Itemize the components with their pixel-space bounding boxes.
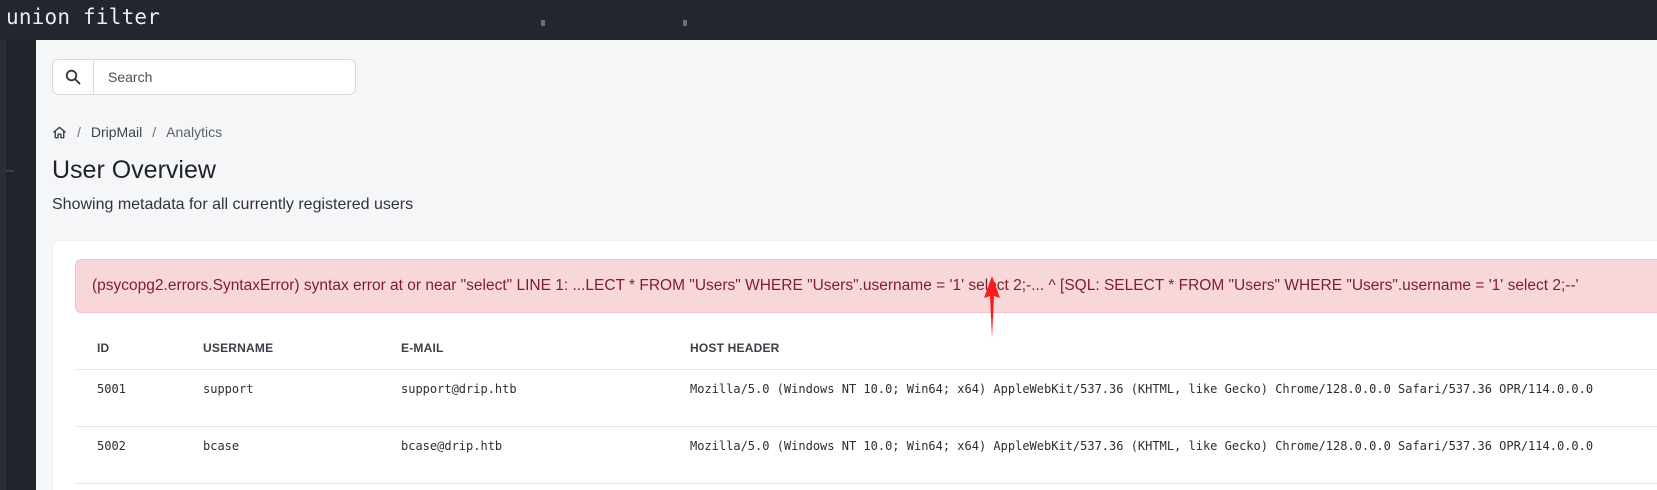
terminal-title-bar: union filter bbox=[0, 0, 1657, 40]
sidebar-marker bbox=[6, 170, 14, 172]
error-alert: (psycopg2.errors.SyntaxError) syntax err… bbox=[75, 259, 1657, 313]
cell-username: support bbox=[203, 382, 254, 396]
window-title: union filter bbox=[6, 5, 161, 29]
breadcrumb-separator: / bbox=[77, 124, 81, 140]
breadcrumb: / DripMail / Analytics bbox=[52, 122, 222, 142]
column-header-email[interactable]: E-MAIL bbox=[401, 341, 444, 355]
title-bar-artifact bbox=[683, 20, 687, 26]
users-card: (psycopg2.errors.SyntaxError) syntax err… bbox=[52, 240, 1657, 490]
search-input[interactable] bbox=[94, 60, 363, 94]
cell-email: support@drip.htb bbox=[401, 382, 517, 396]
home-icon[interactable] bbox=[52, 125, 67, 140]
search-icon[interactable] bbox=[53, 60, 94, 94]
left-sidebar-strip bbox=[0, 40, 36, 490]
main-content: / DripMail / Analytics User Overview Sho… bbox=[36, 40, 1657, 490]
users-table: ID USERNAME E-MAIL HOST HEADER 5001 supp… bbox=[75, 321, 1657, 484]
cell-id: 5002 bbox=[97, 439, 126, 453]
cell-username: bcase bbox=[203, 439, 240, 453]
cell-email: bcase@drip.htb bbox=[401, 439, 503, 453]
page-subtitle: Showing metadata for all currently regis… bbox=[52, 196, 414, 213]
breadcrumb-item-analytics: Analytics bbox=[166, 124, 223, 140]
cell-id: 5001 bbox=[97, 382, 126, 396]
table-row: 5002 bcase bcase@drip.htb Mozilla/5.0 (W… bbox=[75, 427, 1657, 484]
title-bar-artifact bbox=[541, 20, 545, 26]
page-title: User Overview bbox=[52, 156, 216, 184]
annotation-arrow-icon bbox=[984, 276, 1000, 338]
column-header-host-header[interactable]: HOST HEADER bbox=[690, 341, 780, 355]
cell-host-header: Mozilla/5.0 (Windows NT 10.0; Win64; x64… bbox=[690, 382, 1594, 396]
table-header: ID USERNAME E-MAIL HOST HEADER bbox=[75, 321, 1657, 370]
table-row: 5001 support support@drip.htb Mozilla/5.… bbox=[75, 370, 1657, 427]
breadcrumb-item-dripmail[interactable]: DripMail bbox=[91, 124, 142, 140]
column-header-id[interactable]: ID bbox=[97, 341, 109, 355]
column-header-username[interactable]: USERNAME bbox=[203, 341, 273, 355]
sidebar-edge bbox=[0, 40, 6, 490]
search-box[interactable] bbox=[52, 59, 363, 95]
cell-host-header: Mozilla/5.0 (Windows NT 10.0; Win64; x64… bbox=[690, 439, 1594, 453]
breadcrumb-separator: / bbox=[152, 124, 157, 140]
